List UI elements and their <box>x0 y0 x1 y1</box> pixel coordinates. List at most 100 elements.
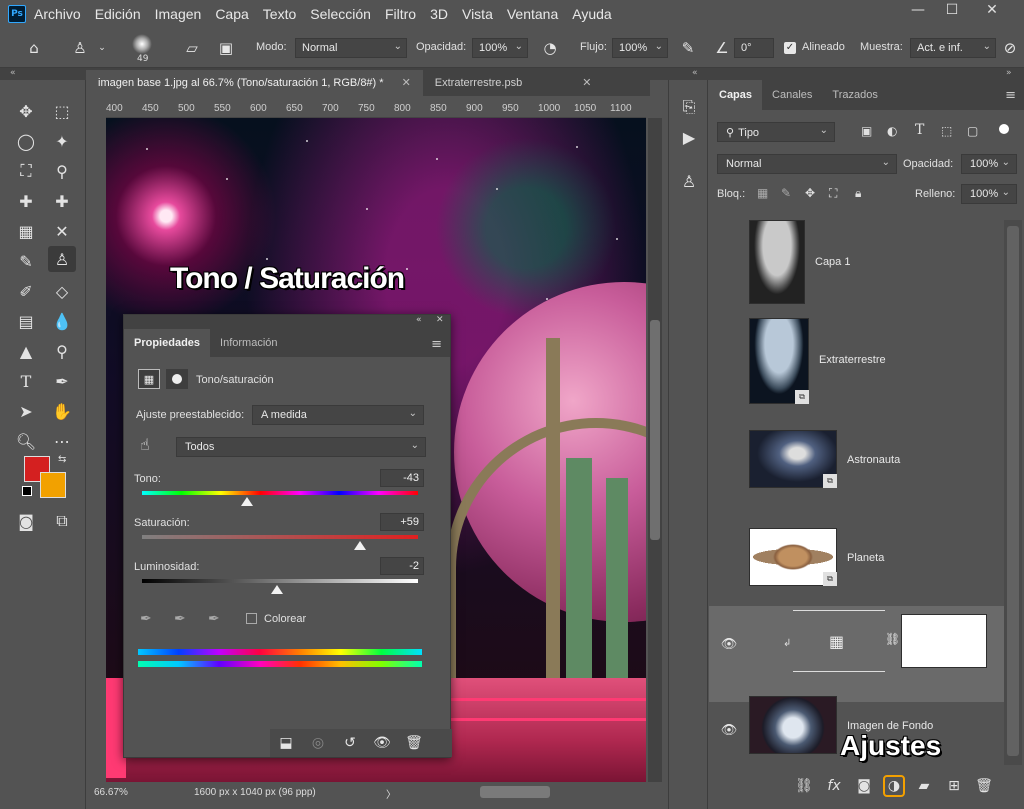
brush-tool-icon[interactable]: ✎ <box>12 248 40 274</box>
panel-menu-icon[interactable]: ≡ <box>1005 88 1016 103</box>
layers-scroll-thumb[interactable] <box>1007 226 1019 756</box>
tab-extraterrestre[interactable]: Extraterrestre.psb ✕ <box>423 70 604 96</box>
hue-value-field[interactable]: -43 <box>380 469 424 487</box>
brush-preview-icon[interactable] <box>132 34 152 54</box>
filter-smart-object-icon[interactable]: ▢ <box>967 124 978 138</box>
sharpen-tool-icon[interactable]: ▲ <box>12 338 40 364</box>
tab-propiedades[interactable]: Propiedades <box>124 329 211 357</box>
lasso-tool-icon[interactable]: ◯ <box>12 128 40 154</box>
menu-seleccion[interactable]: Selección <box>310 6 371 22</box>
tab-trazados[interactable]: Trazados <box>822 80 887 110</box>
path-selection-tool-icon[interactable]: ➤ <box>12 398 40 424</box>
add-mask-icon[interactable]: ◙ <box>853 775 875 797</box>
collapse-left-icon[interactable]: « <box>10 68 16 78</box>
history-brush-tool-icon[interactable]: ✐ <box>12 278 40 304</box>
frame-tool-icon[interactable]: ▦ <box>12 218 40 244</box>
layer-opacity-field[interactable]: 100% ⌄ <box>961 154 1017 174</box>
blend-mode-select[interactable]: Normal ⌄ <box>717 154 897 174</box>
layer-row[interactable]: ⧉ Extraterrestre <box>709 312 1004 408</box>
maximize-button[interactable]: ☐ <box>932 0 972 20</box>
eyedropper-subtract-icon[interactable]: ✒ <box>208 611 220 627</box>
channel-select[interactable]: Todos ⌄ <box>176 437 426 457</box>
tab-capas[interactable]: Capas <box>709 80 763 110</box>
swap-colors-icon[interactable]: ⇆ <box>58 454 66 465</box>
default-colors-icon[interactable] <box>22 486 32 496</box>
marquee-tool-icon[interactable]: ⬚ <box>48 98 76 124</box>
layer-row-hue-saturation[interactable]: 👁︎ ↲ ▦ ⛓ <box>709 606 1004 702</box>
magic-wand-tool-icon[interactable]: ✦ <box>48 128 76 154</box>
move-tool-icon[interactable]: ✥ <box>12 98 40 124</box>
history-panel-icon[interactable]: ⎘ <box>675 94 703 120</box>
close-icon[interactable]: ✕ <box>436 315 444 325</box>
home-icon[interactable]: ⌂ <box>24 38 44 58</box>
tab-informacion[interactable]: Información <box>210 329 287 357</box>
targeted-adjustment-icon[interactable]: ☝ <box>140 435 150 454</box>
saturation-value-field[interactable]: +59 <box>380 513 424 531</box>
saturation-slider-track[interactable] <box>142 535 418 539</box>
canvas-horizontal-scroll-thumb[interactable] <box>480 786 550 798</box>
menu-ventana[interactable]: Ventana <box>507 6 558 22</box>
blur-tool-icon[interactable]: 💧 <box>48 308 76 334</box>
layer-styles-icon[interactable]: fx <box>823 775 845 797</box>
new-adjustment-layer-icon[interactable]: ◑ <box>883 775 905 797</box>
adjustment-icon[interactable]: ▦ <box>138 369 160 389</box>
collapse-right-icon[interactable]: » <box>1006 68 1012 78</box>
filter-shape-icon[interactable]: ⬚ <box>941 124 952 138</box>
collapse-icon[interactable]: « <box>416 315 422 325</box>
delete-adjustment-icon[interactable]: 🗑︎ <box>400 731 428 755</box>
eyedropper-tool-icon[interactable]: ⚲ <box>48 158 76 184</box>
menu-capa[interactable]: Capa <box>215 6 248 22</box>
clone-source-panel-icon[interactable]: ♙ <box>675 168 703 194</box>
lock-position-icon[interactable]: ✥ <box>805 186 815 200</box>
toggle-visibility-icon[interactable]: 👁︎ <box>368 731 396 755</box>
reset-icon[interactable]: ↺ <box>336 731 364 755</box>
menu-filtro[interactable]: Filtro <box>385 6 416 22</box>
filter-type-icon[interactable]: T <box>915 122 924 138</box>
brush-settings-icon[interactable]: ▱ <box>182 38 202 58</box>
zoom-tool-icon[interactable]: 🔍︎ <box>12 428 40 454</box>
zoom-level[interactable]: 66.67% <box>94 787 128 798</box>
view-previous-state-icon[interactable]: ◎ <box>304 731 332 755</box>
airbrush-icon[interactable]: ✎ <box>678 38 698 58</box>
lock-all-icon[interactable]: 🔒︎ <box>855 186 861 201</box>
menu-3d[interactable]: 3D <box>430 6 448 22</box>
mode-select[interactable]: Normal ⌄ <box>295 38 407 58</box>
dodge-tool-icon[interactable]: ⚲ <box>48 338 76 364</box>
more-tools-icon[interactable]: ⋯ <box>48 428 76 454</box>
patch-tool-icon[interactable]: ✚ <box>48 188 76 214</box>
panel-menu-icon[interactable]: ≡ <box>431 337 442 352</box>
background-color-swatch[interactable] <box>40 472 66 498</box>
colorize-checkbox[interactable] <box>246 613 257 624</box>
properties-panel-header[interactable]: « ✕ <box>124 315 450 329</box>
menu-edicion[interactable]: Edición <box>95 6 141 22</box>
layer-filter-select[interactable]: ⚲ Tipo ⌄ <box>717 122 835 142</box>
delete-layer-icon[interactable]: 🗑︎ <box>973 775 995 797</box>
eyedropper-icon[interactable]: ✒ <box>140 611 152 627</box>
fill-field[interactable]: 100% ⌄ <box>961 184 1017 204</box>
menu-imagen[interactable]: Imagen <box>155 6 202 22</box>
preset-select[interactable]: A medida ⌄ <box>252 405 424 425</box>
new-group-icon[interactable]: ▰ <box>913 775 935 797</box>
layer-row[interactable]: ⧉ Astronauta <box>709 410 1004 506</box>
close-icon[interactable]: ✕ <box>582 77 591 89</box>
angle-field[interactable]: 0° <box>734 38 774 58</box>
new-layer-icon[interactable]: ⊞ <box>943 775 965 797</box>
close-icon[interactable]: ✕ <box>402 77 411 89</box>
lightness-slider-thumb[interactable] <box>271 585 284 594</box>
pen-tool-icon[interactable]: ✒ <box>48 368 76 394</box>
pressure-opacity-icon[interactable]: ◔ <box>540 38 560 58</box>
lock-artboard-icon[interactable]: ⛶ <box>829 186 837 201</box>
clone-source-icon[interactable]: ▣ <box>216 38 236 58</box>
opacity-field[interactable]: 100% ⌄ <box>472 38 528 58</box>
saturation-slider-thumb[interactable] <box>354 541 367 550</box>
filter-image-icon[interactable]: ▣ <box>861 124 872 138</box>
visibility-eye-icon[interactable]: 👁︎ <box>721 722 738 738</box>
menu-vista[interactable]: Vista <box>462 6 493 22</box>
clone-stamp-tool-icon[interactable]: ♙ <box>48 246 76 272</box>
healing-brush-tool-icon[interactable]: ✚ <box>12 188 40 214</box>
quick-mask-icon[interactable]: ◙ <box>12 508 40 534</box>
hand-tool-icon[interactable]: ✋ <box>48 398 76 424</box>
layer-mask-thumbnail[interactable] <box>901 614 987 668</box>
menu-texto[interactable]: Texto <box>263 6 296 22</box>
clip-to-layer-icon[interactable]: ⬓ <box>272 731 300 755</box>
